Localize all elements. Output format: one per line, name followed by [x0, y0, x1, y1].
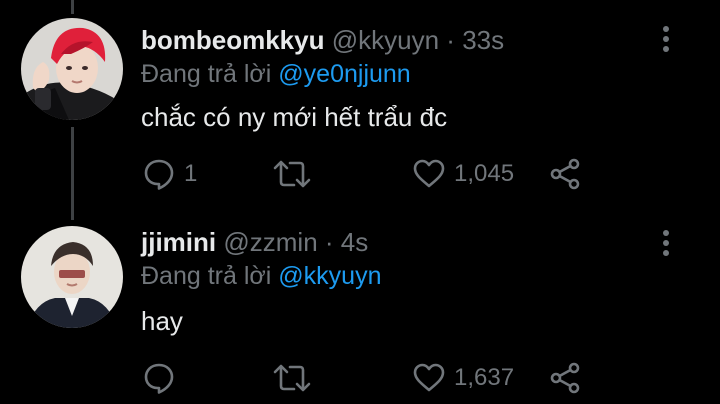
- like-button[interactable]: 1,637: [412, 360, 514, 396]
- retweet-icon: [272, 361, 312, 395]
- tweet[interactable]: jjimini @zzmin · 4s Đang trả lời @kkyuyn…: [0, 210, 720, 404]
- replying-prefix: Đang trả lời: [141, 60, 272, 88]
- tweet-header: bombeomkkyu @kkyuyn · 33s: [141, 24, 504, 56]
- reply-icon: [142, 361, 176, 395]
- reply-icon: [142, 157, 176, 191]
- avatar[interactable]: [21, 226, 123, 328]
- like-count: 1,637: [454, 364, 515, 391]
- handle[interactable]: @kkyuyn: [332, 25, 439, 55]
- more-icon[interactable]: [652, 24, 680, 54]
- like-icon: [412, 361, 446, 395]
- separator: ·: [324, 227, 334, 257]
- avatar[interactable]: [21, 18, 123, 120]
- mention-link[interactable]: @kkyuyn: [278, 262, 381, 290]
- tweet-text: hay: [141, 306, 183, 336]
- reply-button[interactable]: 1: [142, 156, 197, 192]
- timestamp[interactable]: 33s: [462, 25, 504, 55]
- retweet-button[interactable]: [272, 360, 312, 396]
- reply-count: 1: [184, 160, 198, 187]
- more-icon[interactable]: [652, 228, 680, 258]
- handle[interactable]: @zzmin: [223, 227, 317, 257]
- replying-to: Đang trả lời @ye0njjunn: [141, 58, 411, 90]
- reply-button[interactable]: [142, 360, 184, 396]
- share-button[interactable]: [548, 156, 582, 192]
- like-icon: [412, 157, 446, 191]
- replying-prefix: Đang trả lời: [141, 262, 272, 290]
- timestamp[interactable]: 4s: [341, 227, 368, 257]
- action-bar: 1,637: [140, 360, 600, 396]
- retweet-button[interactable]: [272, 156, 312, 192]
- action-bar: 1 1,045: [140, 156, 600, 192]
- tweet-header: jjimini @zzmin · 4s: [141, 226, 368, 258]
- tweet[interactable]: bombeomkkyu @kkyuyn · 33s Đang trả lời @…: [0, 0, 720, 210]
- like-count: 1,045: [454, 160, 515, 187]
- share-button[interactable]: [548, 360, 582, 396]
- mention-link[interactable]: @ye0njjunn: [278, 60, 410, 88]
- share-icon: [548, 361, 582, 395]
- separator: ·: [446, 25, 455, 55]
- share-icon: [548, 157, 582, 191]
- retweet-icon: [272, 157, 312, 191]
- replying-to: Đang trả lời @kkyuyn: [141, 260, 381, 292]
- display-name[interactable]: bombeomkkyu: [141, 25, 325, 55]
- display-name[interactable]: jjimini: [141, 227, 216, 257]
- tweet-text: chắc có ny mới hết trẩu đc: [141, 102, 448, 132]
- like-button[interactable]: 1,045: [412, 156, 514, 192]
